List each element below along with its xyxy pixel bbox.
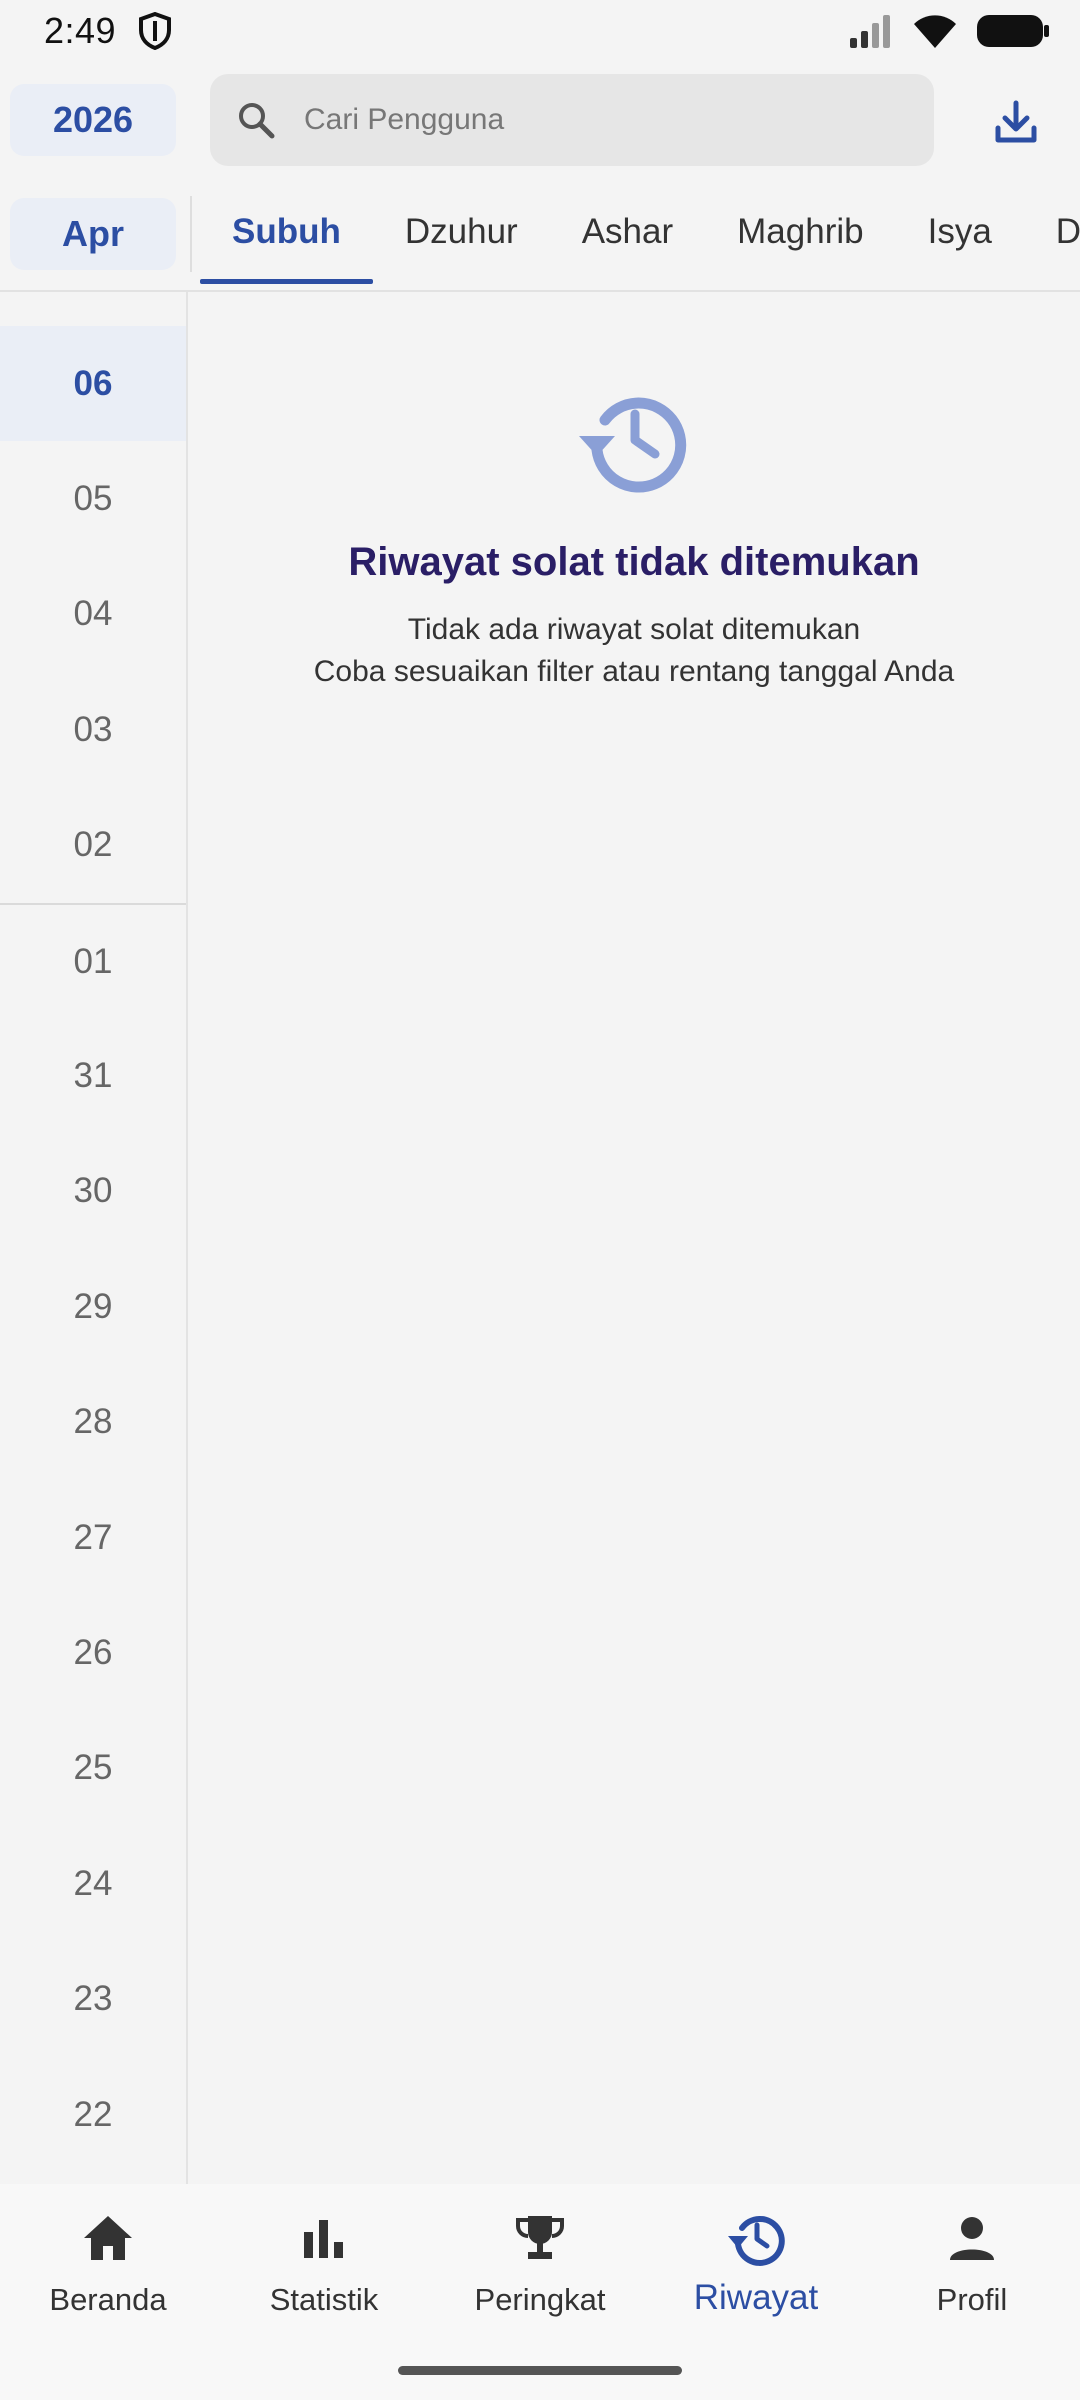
tab-extra[interactable]: D [1024,190,1080,284]
history-icon [728,2216,785,2266]
tab-subuh[interactable]: Subuh [200,190,373,284]
date-item[interactable]: 03 [0,672,186,787]
nav-label: Profil [936,2282,1008,2317]
tab-isya[interactable]: Isya [896,190,1024,284]
search-bar[interactable] [210,74,934,166]
status-bar: 2:49 [0,0,1080,62]
empty-state-hint: Coba sesuaikan filter atau rentang tangg… [313,655,955,688]
date-item[interactable]: 26 [0,1595,186,1710]
nav-riwayat[interactable]: Riwayat [648,2208,864,2348]
status-time: 2:49 [44,10,117,51]
download-icon [995,100,1037,143]
home-icon [84,2216,132,2260]
search-input[interactable] [304,103,904,137]
date-item[interactable]: 02 [0,788,186,903]
home-indicator[interactable] [398,2366,682,2375]
nav-label: Riwayat [693,2278,819,2317]
date-item[interactable]: 04 [0,557,186,672]
date-list: 06 05 04 03 02 01 31 30 29 28 27 26 25 2… [0,326,186,2184]
tab-ashar[interactable]: Ashar [550,190,705,284]
year-selector[interactable]: 2026 [10,84,176,156]
bar-chart-icon [304,2220,343,2258]
empty-state-message: Tidak ada riwayat solat ditemukan [407,613,861,646]
trophy-icon [516,2216,564,2259]
date-item[interactable]: 28 [0,1365,186,1480]
date-item[interactable]: 24 [0,1826,186,1941]
tab-maghrib[interactable]: Maghrib [705,190,895,284]
tabs-bottom-divider [0,290,1080,292]
empty-state: Riwayat solat tidak ditemukan Tidak ada … [188,380,1080,693]
nav-profil[interactable]: Profil [864,2208,1080,2348]
tabs-divider [190,196,192,272]
date-item[interactable]: 23 [0,1941,186,2056]
tab-dzuhur[interactable]: Dzuhur [373,190,550,284]
signal-icon [850,15,890,48]
history-icon [579,397,687,493]
date-item[interactable]: 22 [0,2057,186,2172]
date-item[interactable]: 27 [0,1480,186,1595]
date-item[interactable]: 06 [0,326,186,442]
nav-label: Peringkat [474,2282,606,2317]
download-button[interactable] [988,94,1044,150]
empty-state-title: Riwayat solat tidak ditemukan [348,540,920,584]
nav-statistik[interactable]: Statistik [216,2208,432,2348]
date-item[interactable]: 01 [0,902,186,1018]
prayer-tabs: Subuh Dzuhur Ashar Maghrib Isya D [200,190,1080,284]
date-item[interactable]: 31 [0,1018,186,1133]
person-icon [950,2217,994,2260]
nav-peringkat[interactable]: Peringkat [432,2208,648,2348]
shield-icon [139,12,171,50]
search-icon [239,103,275,139]
date-item[interactable]: 29 [0,1249,186,1364]
battery-icon [977,15,1049,47]
nav-label: Statistik [269,2282,379,2317]
month-selector[interactable]: Apr [10,198,176,270]
date-item[interactable]: 30 [0,1134,186,1249]
wifi-icon [914,15,956,49]
status-icons [848,12,1050,50]
nav-beranda[interactable]: Beranda [0,2208,216,2348]
date-item[interactable]: 05 [0,441,186,556]
nav-label: Beranda [49,2282,167,2317]
date-item[interactable]: 25 [0,1711,186,1826]
